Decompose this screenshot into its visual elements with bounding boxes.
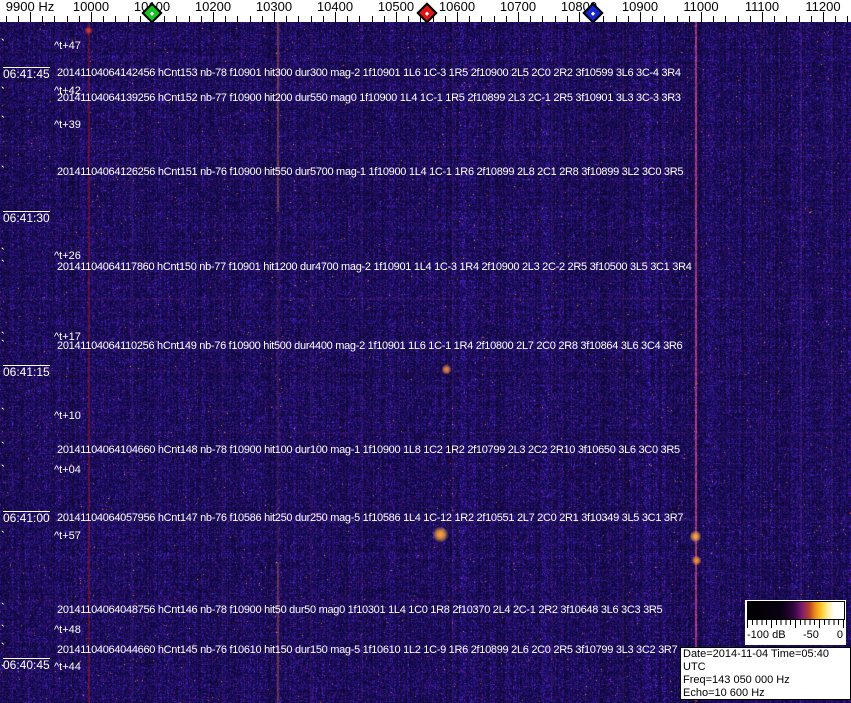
meteor-spectrogram-app: 06:41:45 06:41:30 06:41:15 06:41:00 06:40:45… [0, 0, 851, 703]
axis-tick [225, 16, 227, 22]
axis-tick-label: 9900 Hz [5, 0, 55, 14]
axis-tick [774, 16, 776, 22]
axis-tick [286, 16, 288, 22]
axis-tick-label: 10900 [621, 0, 659, 14]
colorbar-labels: -100 dB -50 0 [745, 629, 846, 643]
axis-tick-label: 10600 [438, 0, 476, 14]
axis-tick [798, 16, 800, 22]
axis-tick-label: 10400 [316, 0, 354, 14]
axis-tick [322, 16, 324, 22]
axis-tick [115, 16, 117, 22]
axis-tick [164, 16, 166, 22]
spectrogram-canvas [0, 22, 851, 703]
axis-tick [103, 16, 105, 22]
axis-tick [615, 16, 617, 22]
axis-tick [664, 16, 666, 22]
axis-tick-label: 10000 [72, 0, 110, 14]
colorbar-label-min: -100 dB [747, 629, 786, 641]
axis-tick [200, 16, 202, 22]
colorbar-ticks-major [747, 620, 844, 628]
axis-tick [847, 16, 849, 22]
axis-tick-label: 10700 [499, 0, 537, 14]
axis-tick [469, 16, 471, 22]
colorbar-gradient [747, 601, 845, 620]
axis-tick-label: 11000 [683, 0, 719, 14]
axis-tick [139, 16, 141, 22]
axis-tick [78, 16, 80, 22]
axis-tick [371, 16, 373, 22]
axis-tick [66, 16, 68, 22]
axis-tick [176, 16, 178, 22]
axis-tick [627, 16, 629, 22]
axis-tick [749, 16, 751, 22]
info-frequency: Freq=143 050 000 Hz [683, 674, 790, 686]
axis-tick [725, 16, 727, 22]
axis-tick [786, 16, 788, 22]
axis-tick [444, 16, 446, 22]
axis-tick-label: 11200 [805, 0, 841, 14]
axis-tick [310, 16, 312, 22]
axis-tick [54, 16, 56, 22]
colorbar-label-max: 0 [836, 629, 843, 641]
axis-tick [542, 16, 544, 22]
info-box: Date=2014-11-04 Time=05:40 UTC Freq=143 … [680, 647, 851, 703]
axis-tick [493, 16, 495, 22]
frequency-axis: 9900 Hz100001010010200103001040010500106… [0, 0, 851, 24]
axis-tick [408, 16, 410, 22]
axis-tick [249, 16, 251, 22]
axis-tick [347, 16, 349, 22]
axis-tick [188, 16, 190, 22]
axis-tick [261, 16, 263, 22]
colorbar: -100 dB -50 0 [745, 600, 846, 645]
axis-tick-label: 10300 [255, 0, 293, 14]
axis-tick [676, 16, 678, 22]
axis-tick [17, 16, 19, 22]
axis-tick [566, 16, 568, 22]
axis-tick [713, 16, 715, 22]
info-echo-frequency: Echo=10 600 Hz [683, 687, 765, 699]
axis-tick [554, 16, 556, 22]
axis-tick [237, 16, 239, 22]
axis-tick-label: 10500 [377, 0, 415, 14]
axis-tick [42, 16, 44, 22]
axis-tick [530, 16, 532, 22]
axis-tick [505, 16, 507, 22]
axis-tick [127, 16, 129, 22]
axis-tick-label: 10200 [194, 0, 232, 14]
axis-tick [737, 16, 739, 22]
axis-tick [359, 16, 361, 22]
axis-tick [810, 16, 812, 22]
colorbar-label-mid: -50 [803, 629, 819, 641]
axis-tick [383, 16, 385, 22]
axis-tick [603, 16, 605, 22]
axis-tick-label: 11100 [744, 0, 780, 14]
axis-tick [652, 16, 654, 22]
axis-tick [688, 16, 690, 22]
info-date-time: Date=2014-11-04 Time=05:40 UTC [683, 648, 829, 673]
axis-tick [481, 16, 483, 22]
axis-tick [5, 16, 7, 22]
axis-tick [298, 16, 300, 22]
axis-tick [835, 16, 837, 22]
